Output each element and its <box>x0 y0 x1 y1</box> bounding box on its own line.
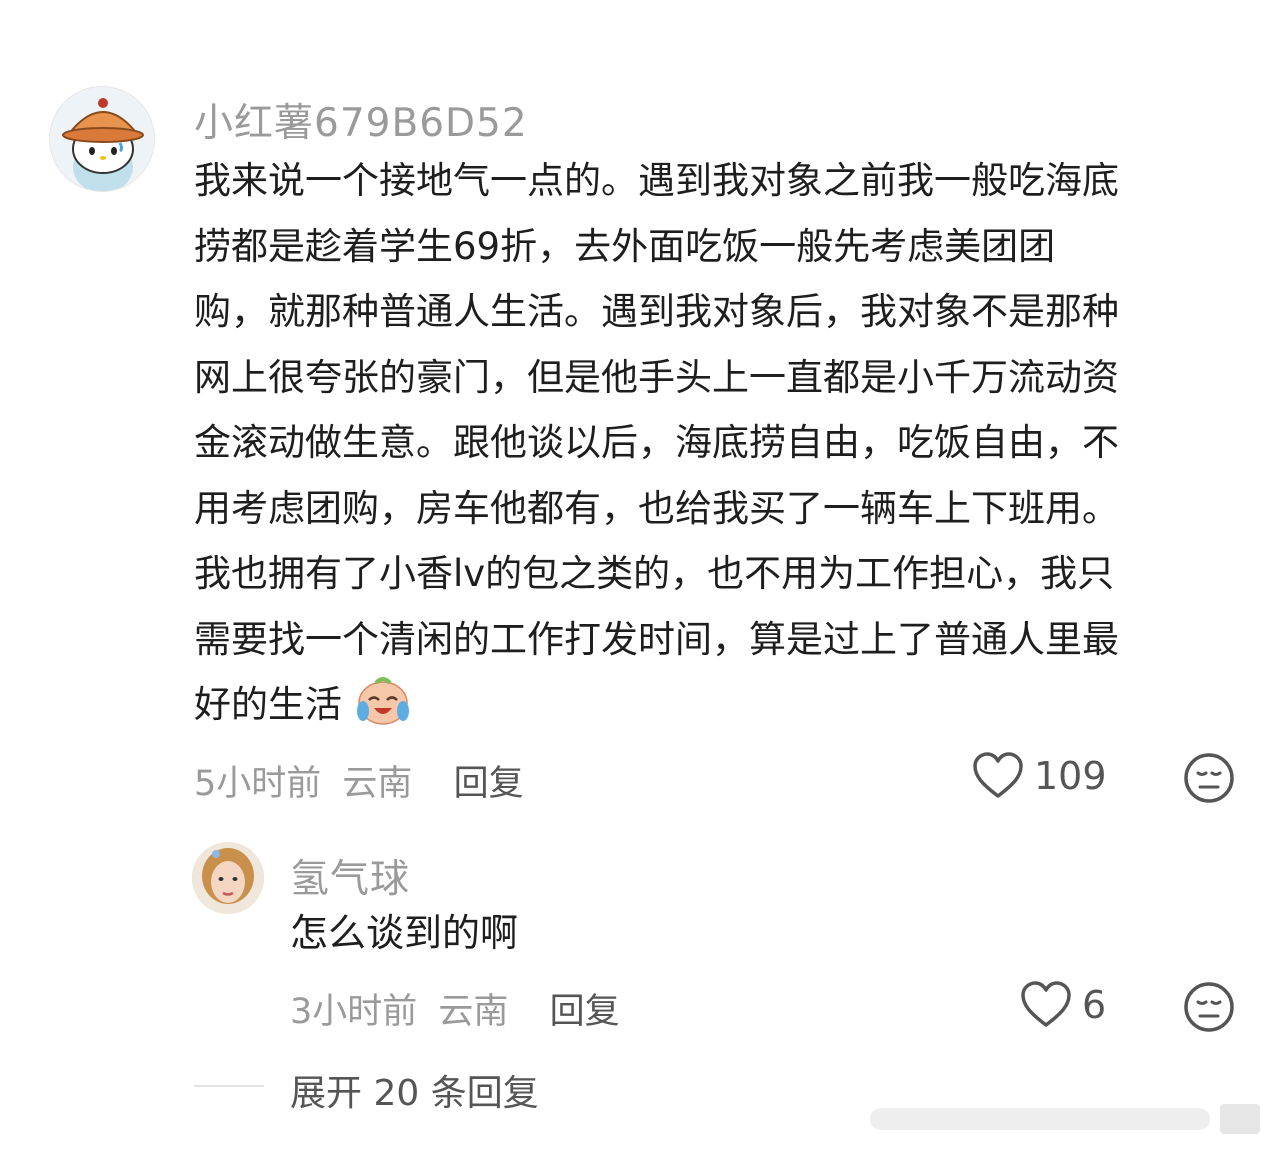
comment-line: 网上很夸张的豪门，但是他手头上一直都是小千万流动资 <box>194 355 1119 399</box>
neutral-face-icon <box>1184 982 1234 1032</box>
expand-divider <box>194 1085 264 1087</box>
comment-location: 云南 <box>342 764 413 804</box>
watermark-bar-image <box>870 1104 1260 1134</box>
heart-icon <box>1021 981 1071 1027</box>
comment-like-button[interactable]: 109 <box>972 752 1107 800</box>
hello-kitty-avatar-image <box>50 87 154 191</box>
replier-photo-image <box>192 842 264 914</box>
expand-replies-button[interactable]: 展开 20 条回复 <box>290 1064 539 1116</box>
reply-like-count: 6 <box>1082 983 1107 1027</box>
reply-meta: 3小时前 云南 回复 <box>290 983 620 1034</box>
neutral-face-icon <box>1184 753 1234 803</box>
comment-line: 用考虑团购，房车他都有，也给我买了一辆车上下班用。 <box>194 486 1119 530</box>
commenter-username[interactable]: 小红薯679B6D52 <box>194 92 528 148</box>
comment-line: 我也拥有了小香lv的包之类的，也不用为工作担心，我只 <box>194 552 1115 595</box>
replier-username[interactable]: 氢气球 <box>290 848 410 904</box>
comment-like-count: 109 <box>1034 754 1107 798</box>
comment-text: 我来说一个接地气一点的。遇到我对象之前我一般吃海底 捞都是趁着学生69折，去外面… <box>194 148 1119 738</box>
reply-reply-button[interactable]: 回复 <box>550 992 620 1032</box>
comment-last-line: 好的生活 <box>194 672 1119 738</box>
crying-laughing-emoji-icon <box>356 677 409 725</box>
comment-line: 捞都是趁着学生69折，去外面吃饭一般先考虑美团团 <box>194 224 1056 268</box>
replier-avatar[interactable] <box>192 842 264 914</box>
comment-line: 购，就那种普通人生活。遇到我对象后，我对象不是那种 <box>194 290 1119 333</box>
reply-like-button[interactable]: 6 <box>1020 981 1106 1029</box>
comment-line: 好的生活 <box>194 683 342 726</box>
comment-meta: 5小时前 云南 回复 <box>194 755 524 806</box>
reply-time: 3小时前 <box>290 992 418 1032</box>
reply-dislike-button[interactable] <box>1183 981 1235 1033</box>
comment-line: 金滚动做生意。跟他谈以后，海底捞自由，吃饭自由，不 <box>194 421 1119 464</box>
watermark <box>870 1098 1270 1151</box>
comment-line: 需要找一个清闲的工作打发时间，算是过上了普通人里最 <box>194 617 1119 661</box>
heart-icon <box>973 752 1023 798</box>
commenter-avatar[interactable] <box>49 86 155 192</box>
reply-text: 怎么谈到的啊 <box>290 911 519 955</box>
comment-line: 我来说一个接地气一点的。遇到我对象之前我一般吃海底 <box>194 159 1119 202</box>
comment-time: 5小时前 <box>194 764 322 804</box>
reply-location: 云南 <box>438 992 509 1032</box>
comment-dislike-button[interactable] <box>1183 752 1235 804</box>
comment-reply-button[interactable]: 回复 <box>454 764 524 804</box>
